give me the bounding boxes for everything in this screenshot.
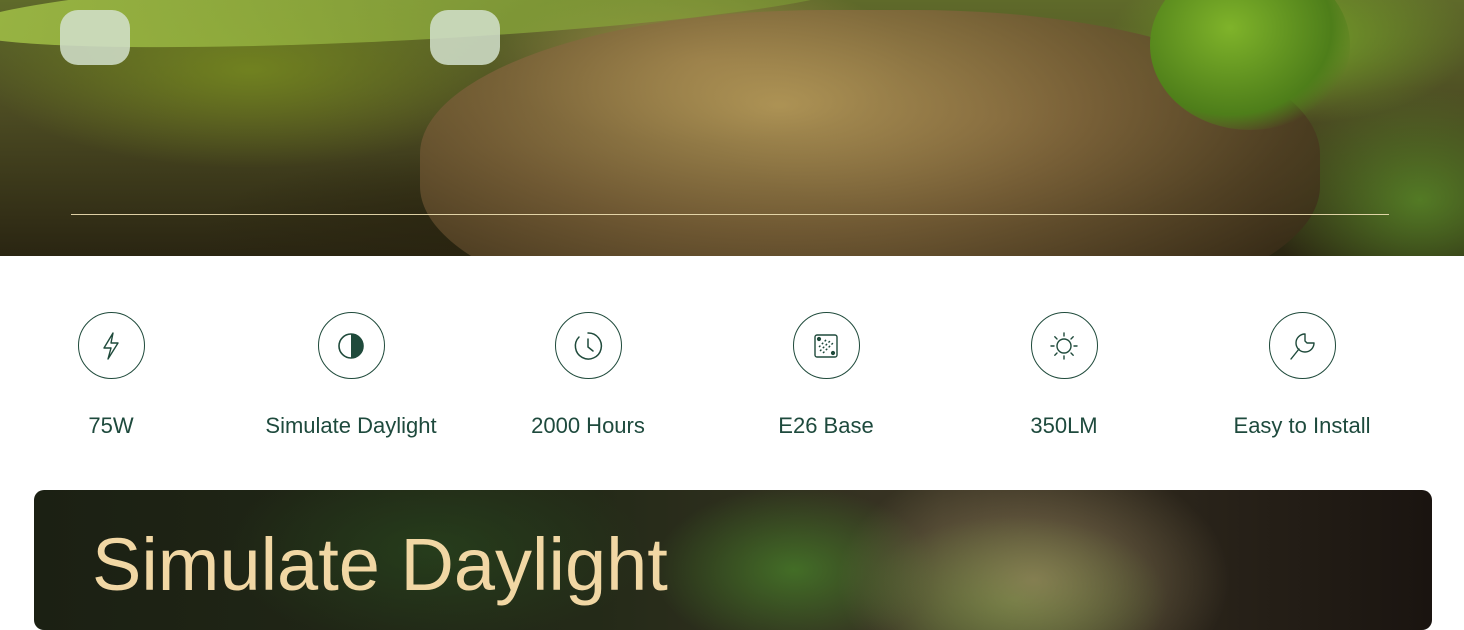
feature-label: Easy to Install [1233,413,1371,438]
feature-label: 2000 Hours [531,413,645,438]
wrench-icon [1268,312,1336,379]
feature-lifespan: 2000 Hours [469,256,707,490]
feature-wattage: 75W [0,256,230,490]
base-icon [792,312,860,379]
feature-lumens: 350LM [945,256,1183,490]
feature-label: 75W [88,413,134,438]
daylight-banner: Simulate Daylight [34,490,1432,630]
half-circle-icon [317,312,385,379]
banner-title: Simulate Daylight [92,523,668,606]
hero-image [0,0,1464,256]
feature-daylight: Simulate Daylight [232,256,470,490]
hero-divider [71,214,1389,215]
sun-icon [1030,312,1098,379]
feature-install: Easy to Install [1183,256,1421,490]
background-gap [60,10,130,65]
background-gap [430,10,500,65]
feature-label: 350LM [1030,413,1098,438]
feature-base: E26 Base [707,256,945,490]
features-strip: 75W Simulate Daylight 2000 Hours E26 Bas… [0,256,1464,490]
feature-label: E26 Base [778,413,874,438]
feature-label: Simulate Daylight [265,413,437,438]
lightning-icon [77,312,145,379]
clock-icon [554,312,622,379]
